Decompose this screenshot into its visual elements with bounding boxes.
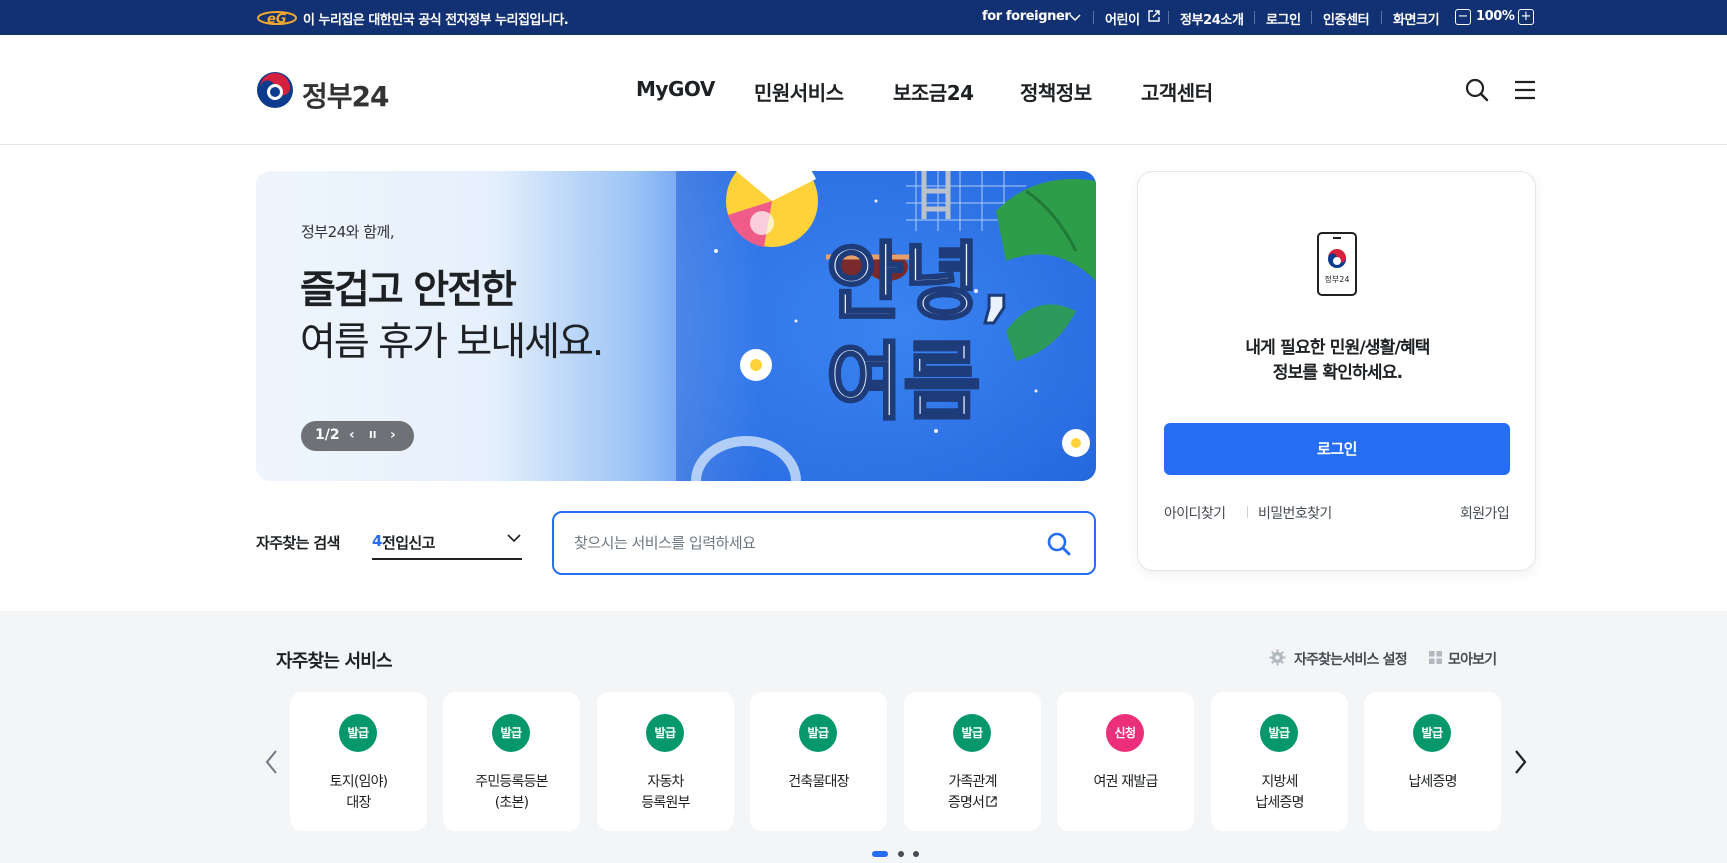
service-card-building-register[interactable]: 발급 건축물대장	[750, 692, 887, 831]
service-card-tax-certificate[interactable]: 발급 납세증명	[1364, 692, 1501, 831]
next-slide-button[interactable]: ›	[390, 427, 396, 443]
issue-badge: 발급	[1260, 714, 1298, 752]
service-card-label: 납세증명	[1408, 774, 1457, 790]
zoom-in-button[interactable]: +	[1518, 9, 1534, 25]
issue-badge: 발급	[799, 714, 837, 752]
search-icon[interactable]	[1464, 77, 1490, 103]
banner-headline-regular: 여름 휴가 보내세요.	[300, 320, 604, 365]
nav-mygov[interactable]: MyGOV	[636, 77, 715, 101]
signup-link[interactable]: 회원가입	[1460, 503, 1510, 523]
frequent-search-dropdown[interactable]: 4 전입신고	[372, 526, 522, 560]
nav-civil-service[interactable]: 민원서비스	[754, 77, 844, 106]
pause-button[interactable]: II	[369, 430, 376, 441]
phone-label: 정부24	[1325, 274, 1350, 284]
art-text-hello: 안녕,	[826, 233, 1012, 331]
service-card-vehicle-register[interactable]: 발급 자동차 등록원부	[597, 692, 734, 831]
eg-government-mark-icon: eG	[257, 11, 297, 27]
taegeuk-logo-icon	[257, 72, 293, 108]
view-all-link[interactable]: 모아보기	[1448, 649, 1497, 669]
nav-subsidy24[interactable]: 보조금24	[893, 77, 974, 106]
summer-pool-illustration: 안녕, 여름	[676, 171, 1096, 481]
divider	[1381, 11, 1382, 24]
slide-counter: 1/2	[315, 427, 340, 443]
service-card-label: 여권 재발급	[1093, 774, 1158, 790]
summer-banner[interactable]: 정부24와 함께, 즐겁고 안전한 여름 휴가 보내세요. 안녕, 여름 1/2…	[256, 171, 1096, 481]
logo-text: 정부24	[302, 80, 389, 113]
issue-badge: 발급	[953, 714, 991, 752]
frequent-search-value: 전입신고	[382, 534, 435, 552]
divider	[1311, 11, 1312, 24]
login-message-line1: 내게 필요한 민원/생활/혜택	[1245, 338, 1430, 358]
service-card-local-tax-certificate[interactable]: 발급 지방세 납세증명	[1211, 692, 1348, 831]
divider	[1093, 11, 1094, 24]
find-id-link[interactable]: 아이디찾기	[1164, 503, 1226, 523]
banner-slide-control: 1/2 ‹ II ›	[301, 421, 414, 451]
service-card-label: 건축물대장	[788, 774, 849, 790]
service-card-label: 지방세 납세증명	[1255, 774, 1304, 811]
kids-link[interactable]: 어린이	[1105, 9, 1140, 28]
search-icon[interactable]	[1046, 531, 1072, 557]
search-input[interactable]	[574, 529, 1014, 557]
zoom-out-button[interactable]: −	[1455, 9, 1471, 25]
service-card-family-certificate[interactable]: 발급 가족관계 증명서	[904, 692, 1041, 831]
official-site-notice: 이 누리집은 대한민국 공식 전자정부 누리집입니다.	[303, 13, 569, 28]
apply-badge: 신청	[1106, 714, 1144, 752]
divider	[1247, 506, 1248, 518]
frequent-search-rank: 4	[372, 532, 383, 550]
nav-policy-info[interactable]: 정책정보	[1020, 77, 1092, 106]
page-dot[interactable]	[913, 851, 919, 857]
services-settings-link[interactable]: 자주찾는서비스 설정	[1294, 649, 1408, 669]
gear-icon	[1269, 649, 1286, 666]
services-title: 자주찾는 서비스	[276, 651, 393, 672]
prev-slide-button[interactable]: ‹	[349, 427, 355, 443]
screen-size-label: 화면크기	[1393, 13, 1440, 28]
service-search-box	[552, 511, 1096, 575]
art-text-summer: 여름	[826, 333, 981, 431]
zoom-level: 100%	[1476, 9, 1515, 24]
external-link-icon	[986, 796, 997, 807]
banner-subtitle: 정부24와 함께,	[301, 223, 395, 241]
service-card-label: 자동차 등록원부	[641, 774, 690, 811]
mobile-phone-icon: 정부24	[1317, 232, 1357, 296]
service-card-resident-registration[interactable]: 발급 주민등록등본 (초본)	[443, 692, 580, 831]
service-card-passport-reissue[interactable]: 신청 여권 재발급	[1057, 692, 1194, 831]
page-dot-active[interactable]	[872, 851, 888, 857]
page-dot[interactable]	[898, 851, 904, 857]
svg-text:eG: eG	[267, 12, 287, 27]
main-header: 정부24 MyGOV 민원서비스 보조금24 정책정보 고객센터	[0, 35, 1727, 145]
divider	[1168, 11, 1169, 24]
grid-view-icon	[1429, 651, 1442, 664]
external-link-icon	[1148, 10, 1160, 22]
chevron-right-icon[interactable]	[1510, 747, 1530, 777]
frequent-services-section: 자주찾는 서비스 자주찾는서비스 설정 모아보기 발급 토지(임야) 대장 발급 …	[0, 611, 1727, 863]
issue-badge: 발급	[492, 714, 530, 752]
chevron-down-icon	[507, 534, 521, 543]
divider	[1254, 11, 1255, 24]
nav-customer-center[interactable]: 고객센터	[1141, 77, 1213, 106]
for-foreigner-link[interactable]: for foreigner	[982, 9, 1071, 24]
top-login-link[interactable]: 로그인	[1266, 9, 1301, 28]
login-card: 정부24 내게 필요한 민원/생활/혜택 정보를 확인하세요. 로그인 아이디찾…	[1137, 171, 1536, 571]
about-gov24-link[interactable]: 정부24소개	[1180, 9, 1244, 28]
service-card-label: 가족관계 증명서	[947, 774, 998, 811]
cert-center-link[interactable]: 인증센터	[1323, 9, 1370, 28]
issue-badge: 발급	[1413, 714, 1451, 752]
banner-headline-bold: 즐겁고 안전한	[300, 268, 517, 313]
top-utility-bar: eG 이 누리집은 대한민국 공식 전자정부 누리집입니다. for forei…	[0, 0, 1727, 35]
service-card-label: 토지(임야) 대장	[329, 774, 388, 811]
frequent-search-label: 자주찾는 검색	[256, 534, 340, 552]
chevron-left-icon[interactable]	[262, 747, 282, 777]
service-card-land-register[interactable]: 발급 토지(임야) 대장	[290, 692, 427, 831]
login-button[interactable]: 로그인	[1164, 423, 1510, 475]
find-password-link[interactable]: 비밀번호찾기	[1258, 503, 1332, 523]
chevron-down-icon	[1069, 14, 1081, 22]
issue-badge: 발급	[339, 714, 377, 752]
login-message-line2: 정보를 확인하세요.	[1272, 363, 1403, 383]
gov24-logo[interactable]: 정부24	[256, 71, 396, 113]
carousel-pagination	[872, 849, 922, 859]
menu-icon[interactable]	[1512, 77, 1538, 103]
service-card-label: 주민등록등본 (초본)	[475, 774, 548, 811]
issue-badge: 발급	[646, 714, 684, 752]
